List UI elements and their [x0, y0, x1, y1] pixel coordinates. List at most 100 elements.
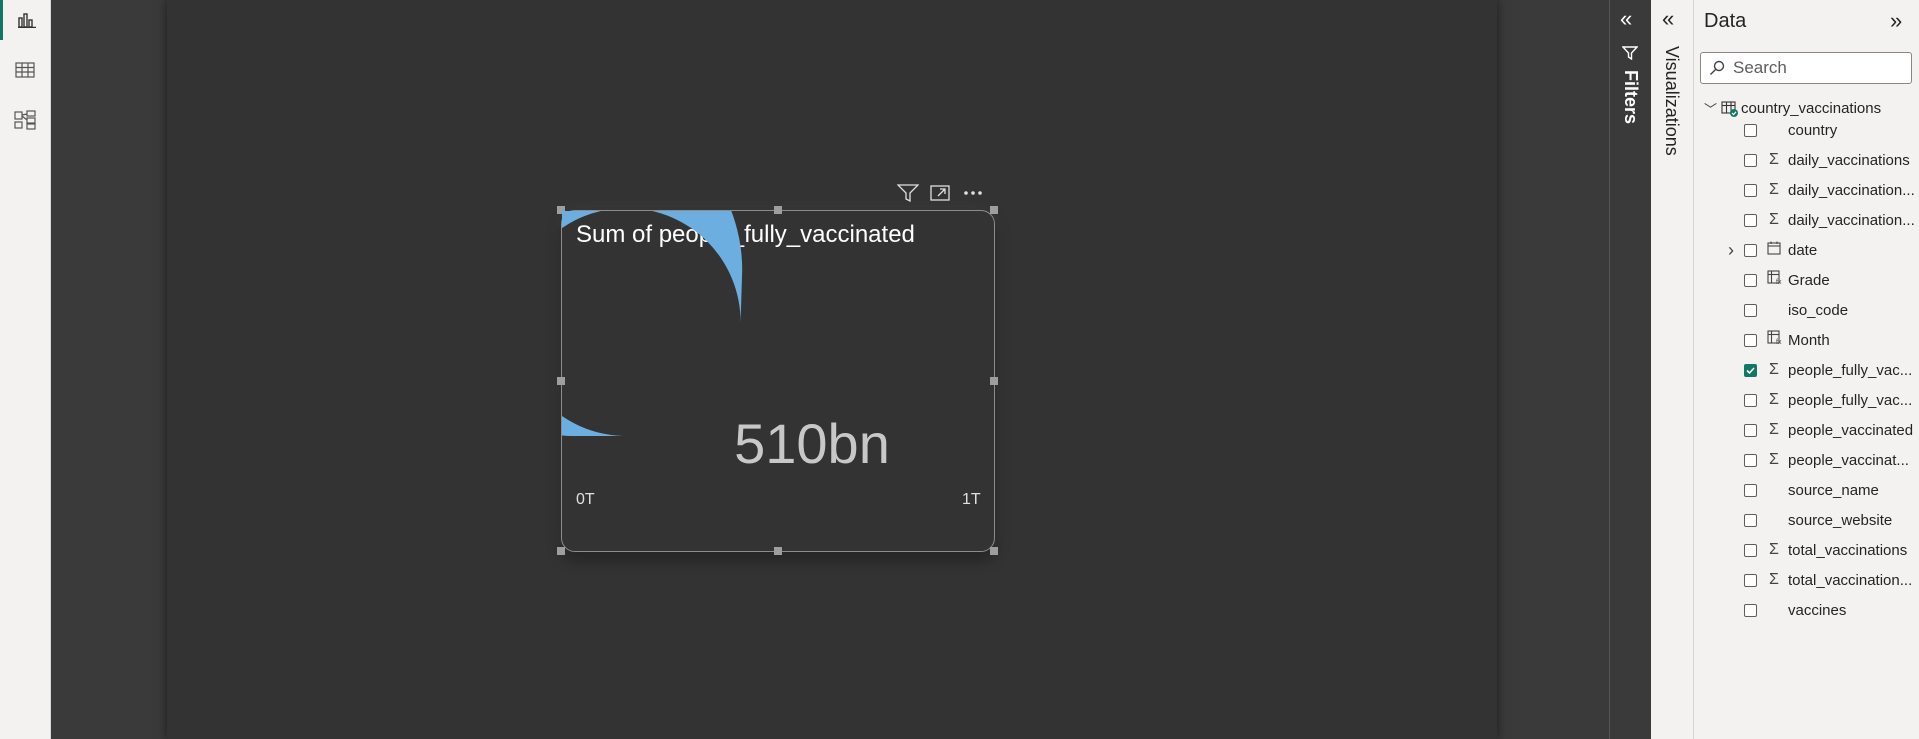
more-options-icon[interactable] [961, 184, 985, 202]
field-name: people_vaccinat... [1788, 451, 1909, 469]
visualizations-label[interactable]: Visualizations [1661, 46, 1682, 156]
field-name: total_vaccination... [1788, 571, 1913, 589]
filters-pane[interactable]: « Filters [1609, 0, 1651, 739]
sigma-icon: Σ [1769, 181, 1779, 198]
field-row[interactable]: vaccines [1694, 597, 1919, 623]
field-row[interactable]: source_website [1694, 507, 1919, 533]
field-name: people_fully_vac... [1788, 361, 1913, 379]
collapse-chevrons-icon[interactable]: » [1890, 8, 1902, 34]
field-row[interactable]: Σdaily_vaccination... [1694, 207, 1919, 233]
field-checkbox[interactable] [1744, 183, 1757, 197]
search-box[interactable] [1700, 52, 1912, 84]
table-name: country_vaccinations [1741, 100, 1882, 117]
table-icon [1721, 100, 1739, 117]
table-icon [15, 62, 35, 78]
model-icon [14, 110, 36, 130]
sigma-icon: Σ [1769, 421, 1779, 438]
field-name: daily_vaccinations [1788, 151, 1910, 169]
field-checkbox[interactable] [1744, 153, 1757, 167]
gauge-max-label: 1T [962, 491, 981, 508]
field-name: vaccines [1788, 601, 1847, 619]
field-name: Month [1788, 331, 1830, 349]
visual-header [897, 184, 985, 202]
field-name: people_vaccinated [1788, 421, 1914, 439]
field-checkbox[interactable] [1744, 333, 1757, 347]
field-checkbox[interactable] [1744, 603, 1757, 617]
gauge-chart [562, 211, 743, 436]
field-checkbox[interactable] [1744, 543, 1757, 557]
chevron-down-icon[interactable]: ﹀ [1704, 99, 1717, 118]
field-checkbox[interactable] [1744, 303, 1757, 317]
field-checkbox[interactable] [1744, 363, 1757, 377]
field-checkbox[interactable] [1744, 513, 1757, 527]
field-row[interactable]: Σpeople_fully_vac... [1694, 357, 1919, 383]
bar-chart-icon [17, 13, 36, 28]
table-node[interactable]: ﹀ country_vaccinations [1704, 99, 1881, 118]
sigma-icon: Σ [1769, 361, 1779, 378]
field-row[interactable]: › date [1694, 237, 1919, 263]
filter-icon[interactable] [897, 184, 919, 202]
field-checkbox[interactable] [1744, 573, 1757, 587]
field-checkbox[interactable] [1744, 213, 1757, 227]
sigma-icon: Σ [1769, 541, 1779, 558]
field-row[interactable]: fx Month [1694, 327, 1919, 353]
field-checkbox[interactable] [1744, 123, 1757, 137]
field-checkbox[interactable] [1744, 483, 1757, 497]
field-row[interactable]: iso_code [1694, 297, 1919, 323]
field-checkbox[interactable] [1744, 393, 1757, 407]
field-name: total_vaccinations [1788, 541, 1908, 559]
field-row[interactable]: Σtotal_vaccination... [1694, 567, 1919, 593]
field-name: Grade [1788, 271, 1830, 289]
field-checkbox[interactable] [1744, 243, 1757, 257]
report-view-button[interactable] [0, 0, 50, 40]
filter-funnel-icon [1621, 46, 1639, 65]
calculated-column-icon: fx [1766, 330, 1782, 350]
visualizations-pane[interactable]: « Visualizations [1651, 0, 1694, 739]
data-pane: Data » ﹀ country_vaccinations country Σda… [1694, 0, 1919, 739]
search-input[interactable] [1731, 57, 1905, 79]
svg-text:fx: fx [1776, 339, 1782, 345]
sigma-icon: Σ [1769, 571, 1779, 588]
calendar-icon [1766, 241, 1782, 260]
field-checkbox[interactable] [1744, 453, 1757, 467]
field-name: people_fully_vac... [1788, 391, 1913, 409]
data-pane-title: Data [1704, 10, 1747, 32]
field-row[interactable]: Σpeople_fully_vac... [1694, 387, 1919, 413]
field-checkbox[interactable] [1744, 273, 1757, 287]
model-view-button[interactable] [0, 100, 50, 140]
field-row[interactable]: Σdaily_vaccinations [1694, 147, 1919, 173]
filters-label[interactable]: Filters [1620, 70, 1641, 124]
sigma-icon: Σ [1769, 391, 1779, 408]
sigma-icon: Σ [1769, 211, 1779, 228]
gauge-visual[interactable]: Sum of people_fully_vaccinated 510bn 0T … [557, 206, 998, 555]
focus-mode-icon[interactable] [929, 184, 951, 202]
field-name: source_website [1788, 511, 1893, 529]
field-name: country [1788, 121, 1838, 139]
table-view-button[interactable] [0, 50, 50, 90]
field-name: iso_code [1788, 301, 1849, 319]
field-row[interactable]: Σdaily_vaccination... [1694, 177, 1919, 203]
gauge-fill-arc [562, 211, 743, 436]
calculated-column-icon: fx [1766, 270, 1782, 290]
expand-chevrons-icon[interactable]: « [1662, 6, 1674, 32]
field-name: date [1788, 241, 1818, 259]
sigma-icon: Σ [1769, 151, 1779, 168]
search-icon [1709, 60, 1725, 76]
svg-text:fx: fx [1776, 279, 1782, 285]
field-row[interactable]: country [1694, 117, 1919, 143]
field-name: daily_vaccination... [1788, 181, 1915, 199]
expand-chevrons-icon[interactable]: « [1620, 6, 1632, 32]
field-row[interactable]: Σtotal_vaccinations [1694, 537, 1919, 563]
gauge-value-label: 510bn [734, 412, 890, 475]
left-nav-rail [0, 0, 51, 739]
field-name: daily_vaccination... [1788, 211, 1915, 229]
field-row[interactable]: fx Grade [1694, 267, 1919, 293]
chevron-right-icon[interactable]: › [1728, 240, 1734, 261]
field-row[interactable]: Σpeople_vaccinated [1694, 417, 1919, 443]
field-row[interactable]: Σpeople_vaccinat... [1694, 447, 1919, 473]
field-name: source_name [1788, 481, 1879, 499]
field-checkbox[interactable] [1744, 423, 1757, 437]
gauge-min-label: 0T [576, 491, 595, 508]
field-row[interactable]: source_name [1694, 477, 1919, 503]
sigma-icon: Σ [1769, 451, 1779, 468]
